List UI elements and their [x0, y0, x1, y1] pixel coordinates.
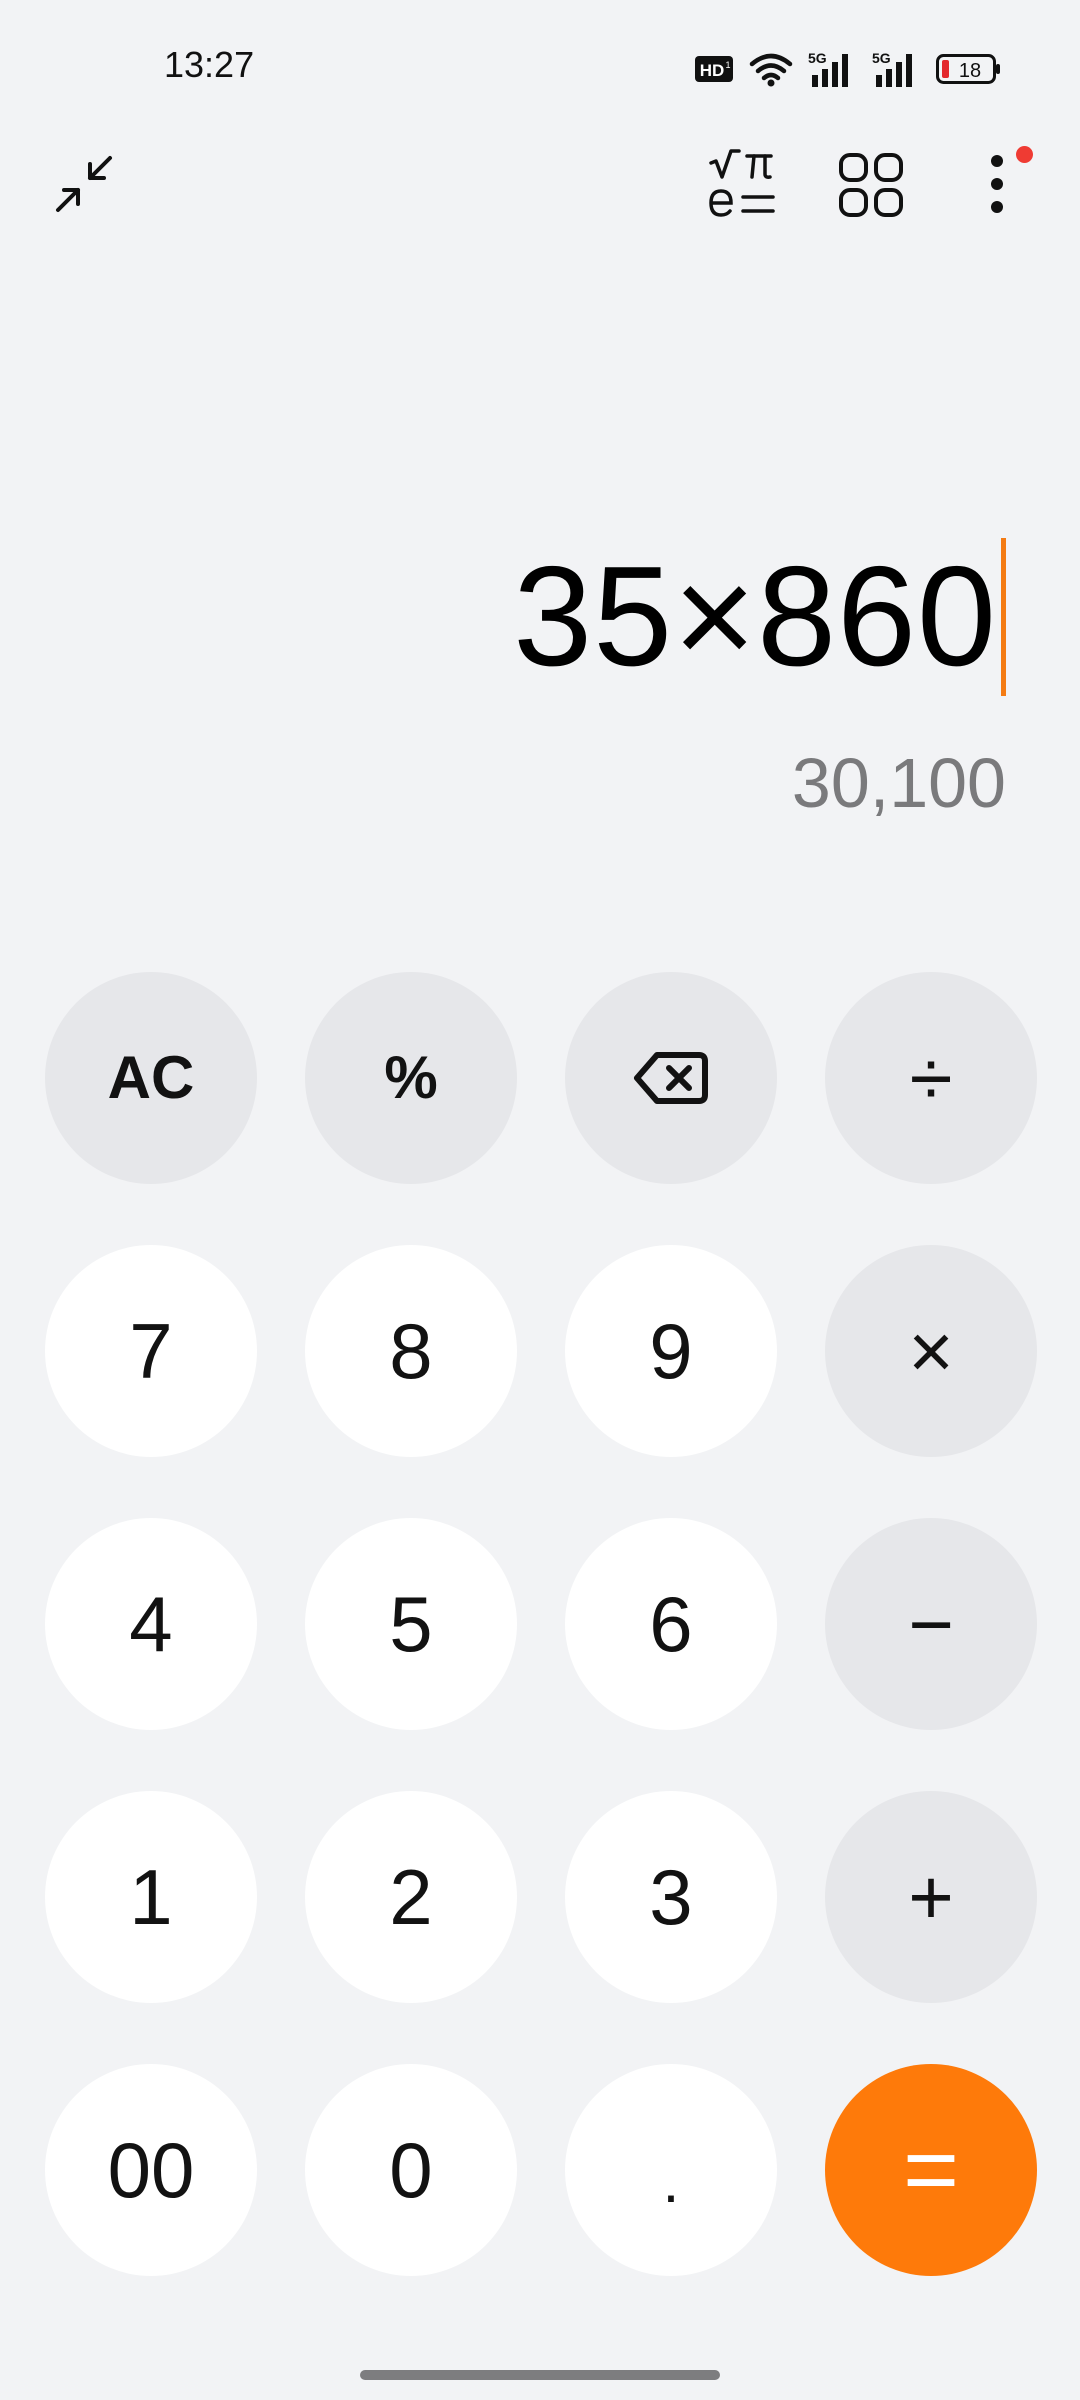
digit-8-button[interactable]: 8 — [305, 1245, 517, 1457]
digit-1-label: 1 — [129, 1853, 173, 1941]
svg-text:1: 1 — [725, 60, 730, 70]
digit-6-button[interactable]: 6 — [565, 1518, 777, 1730]
svg-text:5G: 5G — [808, 50, 827, 66]
digit-5-label: 5 — [389, 1580, 433, 1668]
notification-dot — [1016, 146, 1033, 163]
digit-0-label: 0 — [389, 2126, 433, 2214]
hd-voice-icon: HD 1 — [695, 56, 733, 82]
digit-9-button[interactable]: 9 — [565, 1245, 777, 1457]
decimal-label: . — [662, 2148, 680, 2215]
scientific-mode-button[interactable] — [704, 146, 782, 224]
home-indicator[interactable] — [360, 2370, 720, 2380]
battery-level: 18 — [959, 60, 981, 82]
expression-display[interactable]: 35×860 — [513, 534, 1006, 700]
digit-2-button[interactable]: 2 — [305, 1791, 517, 2003]
digit-4-label: 4 — [129, 1580, 173, 1668]
clear-button[interactable]: AC — [45, 972, 257, 1184]
scientific-mode-icon — [709, 149, 775, 217]
result-preview: 30,100 — [791, 744, 1006, 822]
plus-button[interactable]: + — [825, 1791, 1037, 2003]
percent-label: % — [384, 1044, 438, 1111]
collapse-icon — [56, 156, 112, 212]
text-cursor — [1001, 538, 1006, 696]
minus-label: − — [908, 1580, 954, 1668]
svg-text:HD: HD — [700, 61, 725, 80]
digit-4-button[interactable]: 4 — [45, 1518, 257, 1730]
digit-7-label: 7 — [129, 1307, 173, 1395]
plus-label: + — [908, 1853, 954, 1941]
status-icons: HD 1 5G 5G 18 — [694, 48, 1002, 90]
more-options-icon — [991, 155, 1003, 213]
digit-3-button[interactable]: 3 — [565, 1791, 777, 2003]
signal-5g-icon: 5G — [808, 50, 848, 87]
double-zero-label: 00 — [107, 2126, 195, 2214]
svg-text:5G: 5G — [872, 50, 891, 66]
backspace-icon — [634, 1052, 708, 1104]
multiply-button[interactable]: × — [825, 1245, 1037, 1457]
more-options-button[interactable] — [972, 146, 1022, 222]
digit-1-button[interactable]: 1 — [45, 1791, 257, 2003]
clear-label: AC — [107, 1044, 195, 1111]
collapse-button[interactable] — [46, 146, 122, 222]
digit-5-button[interactable]: 5 — [305, 1518, 517, 1730]
signal-5g-icon: 5G — [872, 50, 912, 87]
digit-2-label: 2 — [389, 1853, 433, 1941]
backspace-button[interactable] — [565, 972, 777, 1184]
double-zero-button[interactable]: 00 — [45, 2064, 257, 2276]
digit-0-button[interactable]: 0 — [305, 2064, 517, 2276]
apps-grid-icon — [839, 153, 903, 217]
multiply-label: × — [908, 1307, 954, 1395]
equals-button[interactable]: = — [825, 2064, 1037, 2276]
divide-button[interactable]: ÷ — [825, 972, 1037, 1184]
digit-3-label: 3 — [649, 1853, 693, 1941]
percent-button[interactable]: % — [305, 972, 517, 1184]
expression-text: 35×860 — [513, 537, 997, 696]
status-time: 13:27 — [164, 44, 255, 85]
battery-icon: 18 — [936, 54, 1000, 84]
equals-label: = — [902, 2116, 960, 2223]
divide-label: ÷ — [909, 1034, 953, 1122]
apps-grid-button[interactable] — [832, 146, 910, 224]
minus-button[interactable]: − — [825, 1518, 1037, 1730]
digit-6-label: 6 — [649, 1580, 693, 1668]
wifi-icon — [749, 53, 793, 87]
digit-8-label: 8 — [389, 1307, 433, 1395]
digit-7-button[interactable]: 7 — [45, 1245, 257, 1457]
decimal-button[interactable]: . — [565, 2064, 777, 2276]
digit-9-label: 9 — [649, 1307, 693, 1395]
